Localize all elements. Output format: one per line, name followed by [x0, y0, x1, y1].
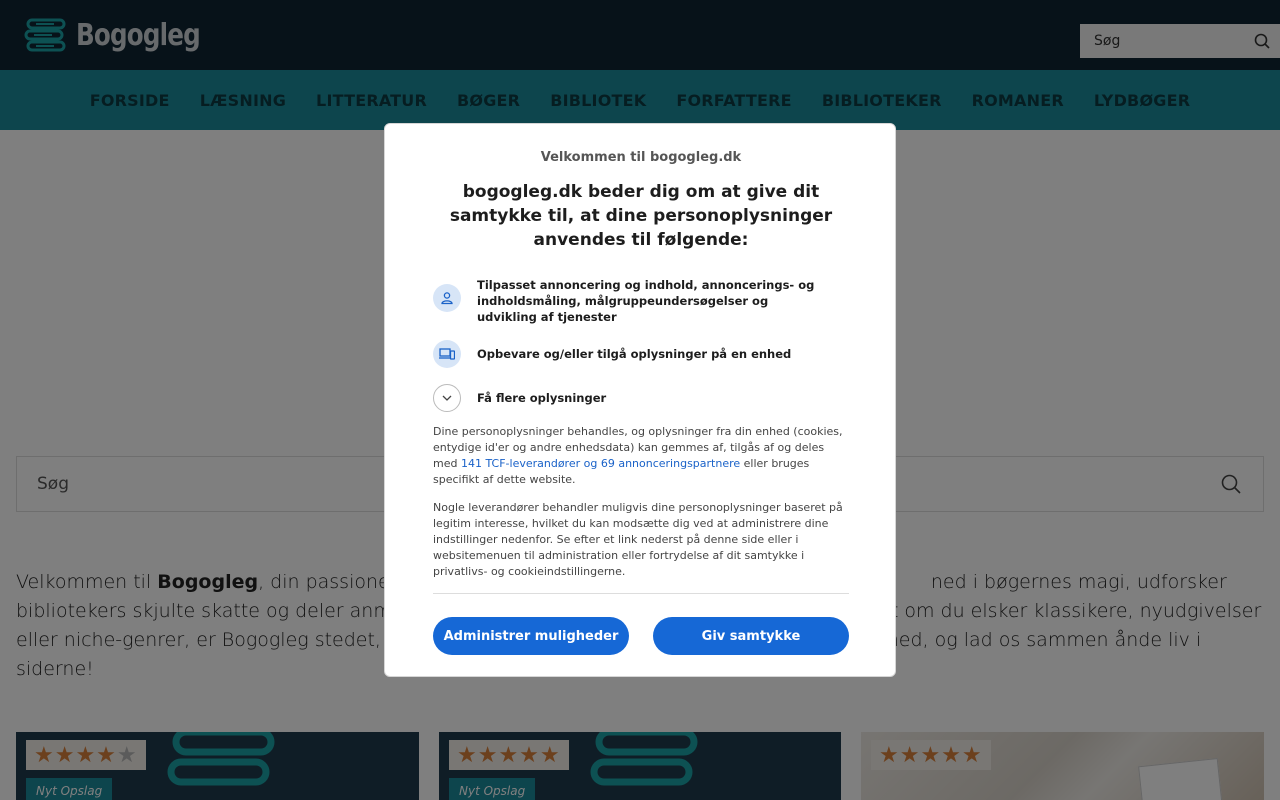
vendors-link[interactable]: 141 TCF-leverandører og 69 annonceringsp…	[461, 457, 740, 470]
manage-options-button[interactable]: Administrer muligheder	[433, 617, 629, 655]
devices-icon	[433, 340, 461, 368]
purpose-device-storage: Opbevare og/eller tilgå oplysninger på e…	[433, 340, 853, 368]
person-icon	[433, 284, 461, 312]
consent-welcome: Velkommen til bogogleg.dk	[540, 150, 742, 165]
consent-headline: bogogleg.dk beder dig om at give dit sam…	[449, 182, 833, 250]
more-info-label[interactable]: Få flere oplysninger	[477, 390, 837, 406]
purpose-text: Opbevare og/eller tilgå oplysninger på e…	[477, 347, 792, 361]
chevron-down-icon[interactable]	[433, 384, 461, 412]
give-consent-button[interactable]: Giv samtykke	[653, 617, 849, 655]
more-info-toggle[interactable]: Få flere oplysninger	[433, 384, 853, 412]
purpose-personalised-ads: Tilpasset annoncering og indhold, annonc…	[433, 278, 853, 328]
purpose-text: Tilpasset annoncering og indhold, annonc…	[477, 278, 815, 324]
divider	[433, 593, 849, 594]
consent-dialog: Velkommen til bogogleg.dk bogogleg.dk be…	[384, 123, 896, 677]
consent-disclaimer-1: Dine personoplysninger behandles, og opl…	[433, 425, 843, 486]
consent-disclaimer-2: Nogle leverandører behandler muligvis di…	[433, 501, 843, 578]
